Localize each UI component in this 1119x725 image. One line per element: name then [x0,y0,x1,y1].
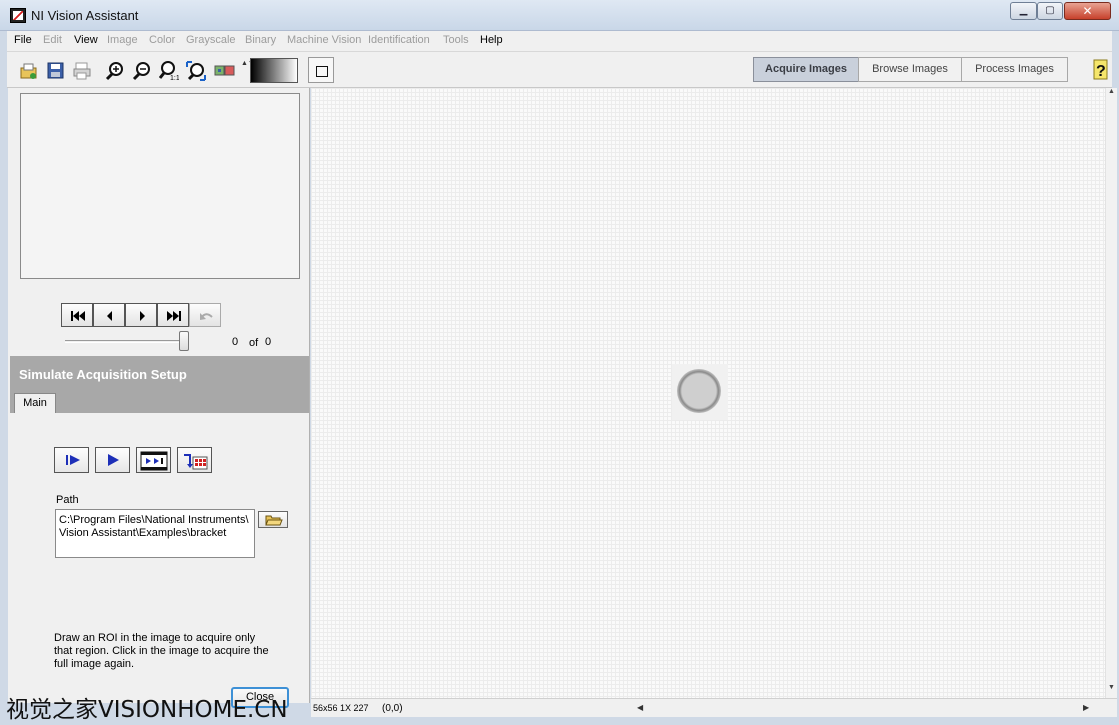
vertical-scrollbar[interactable]: ▲ ▼ [1105,88,1117,698]
menu-binary[interactable]: Binary [245,34,276,46]
current-frame-number: 0 [232,336,239,348]
path-label: Path [56,494,79,506]
zoom-in-icon[interactable] [101,57,127,83]
acquire-single-button[interactable] [54,447,89,473]
tab-acquire-images[interactable]: Acquire Images [753,57,859,82]
zoom-1to1-icon[interactable]: 1:1 [155,57,181,83]
setup-title: Simulate Acquisition Setup [19,367,187,382]
toolbar: 1:1 ▲▼ Acquire Images Browse Images Proc… [7,52,1112,88]
sequence-acquisition-button[interactable] [136,447,171,473]
print-icon[interactable] [68,57,94,83]
acquire-single-icon [66,455,80,465]
title-bar: NI Vision Assistant ▁ ▢ ✕ [0,0,1119,31]
maximize-button[interactable]: ▢ [1037,2,1063,20]
acquired-image-bracket[interactable] [672,364,728,420]
roi-instruction-text: Draw an ROI in the image to acquire only… [54,632,269,670]
undo-button[interactable] [189,303,221,327]
store-in-browser-icon [184,454,208,470]
menu-bar: File Edit View Image Color Grayscale Bin… [7,31,1112,52]
ni-app-icon [10,8,26,23]
window-title: NI Vision Assistant [31,8,139,23]
scroll-right-arrow[interactable]: ▶ [1083,703,1089,712]
first-image-button[interactable] [61,303,93,327]
save-image-icon[interactable] [42,57,68,83]
scroll-down-arrow[interactable]: ▼ [1106,684,1117,695]
next-icon [140,311,145,321]
open-folder-icon [265,515,283,526]
menu-tools[interactable]: Tools [443,34,469,46]
play-icon [108,454,119,466]
menu-grayscale[interactable]: Grayscale [186,34,236,46]
grayscale-palette-ramp[interactable] [250,58,298,83]
status-bar: 56x56 1X 227 (0,0) ◀ ▶ [311,698,1117,717]
menu-file[interactable]: File [14,34,32,46]
scroll-up-arrow[interactable]: ▲ [1106,88,1117,99]
menu-identification[interactable]: Identification [368,34,430,46]
svg-text:1:1: 1:1 [170,75,179,81]
close-window-button[interactable]: ✕ [1064,2,1111,20]
pixel-coordinates-status: (0,0) [382,703,403,714]
menu-machine-vision[interactable]: Machine Vision [287,34,361,46]
menu-edit[interactable]: Edit [43,34,62,46]
image-size-status: 56x56 1X 227 [313,703,369,713]
zoom-fit-icon[interactable] [182,57,208,83]
left-panel: 0 of 0 Simulate Acquisition Setup Main P… [8,88,310,708]
zoom-out-icon[interactable] [128,57,154,83]
frame-of-label: of [249,337,259,349]
undo-arrow-icon [200,313,213,320]
menu-image[interactable]: Image [107,34,138,46]
palette-icon[interactable] [210,57,236,83]
thumbnail-preview[interactable] [20,93,300,279]
store-acquired-image-button[interactable] [177,447,212,473]
scroll-left-arrow[interactable]: ◀ [637,703,643,712]
total-frame-number: 0 [265,336,272,348]
previous-image-button[interactable] [93,303,125,327]
help-glyph: ? [1096,63,1106,80]
browse-folder-button[interactable] [258,511,288,528]
menu-help[interactable]: Help [480,34,503,46]
next-image-button[interactable] [125,303,157,327]
minimize-button[interactable]: ▁ [1010,2,1037,20]
tab-browse-images[interactable]: Browse Images [858,57,962,82]
path-input[interactable]: C:\Program Files\National Instruments\ V… [55,509,255,558]
rectangle-roi-tool-icon[interactable] [308,57,334,83]
film-strip-icon [140,451,168,471]
lookup-table-spinner[interactable]: ▲▼ [241,58,255,83]
help-icon[interactable]: ? [1087,57,1113,83]
menu-view[interactable]: View [74,34,98,46]
tab-main[interactable]: Main [14,393,56,413]
tab-process-images[interactable]: Process Images [961,57,1068,82]
image-slider-track[interactable] [65,340,187,343]
last-image-button[interactable] [157,303,189,327]
image-slider-thumb[interactable] [179,331,189,351]
watermark-text: 视觉之家VISIONHOME.CN [6,697,288,723]
setup-header: Simulate Acquisition Setup Main [10,356,309,413]
skip-last-icon [167,311,181,321]
skip-first-icon [71,311,85,321]
menu-color[interactable]: Color [149,34,175,46]
previous-icon [107,311,112,321]
open-image-icon[interactable] [15,57,41,83]
acquire-continuous-button[interactable] [95,447,130,473]
